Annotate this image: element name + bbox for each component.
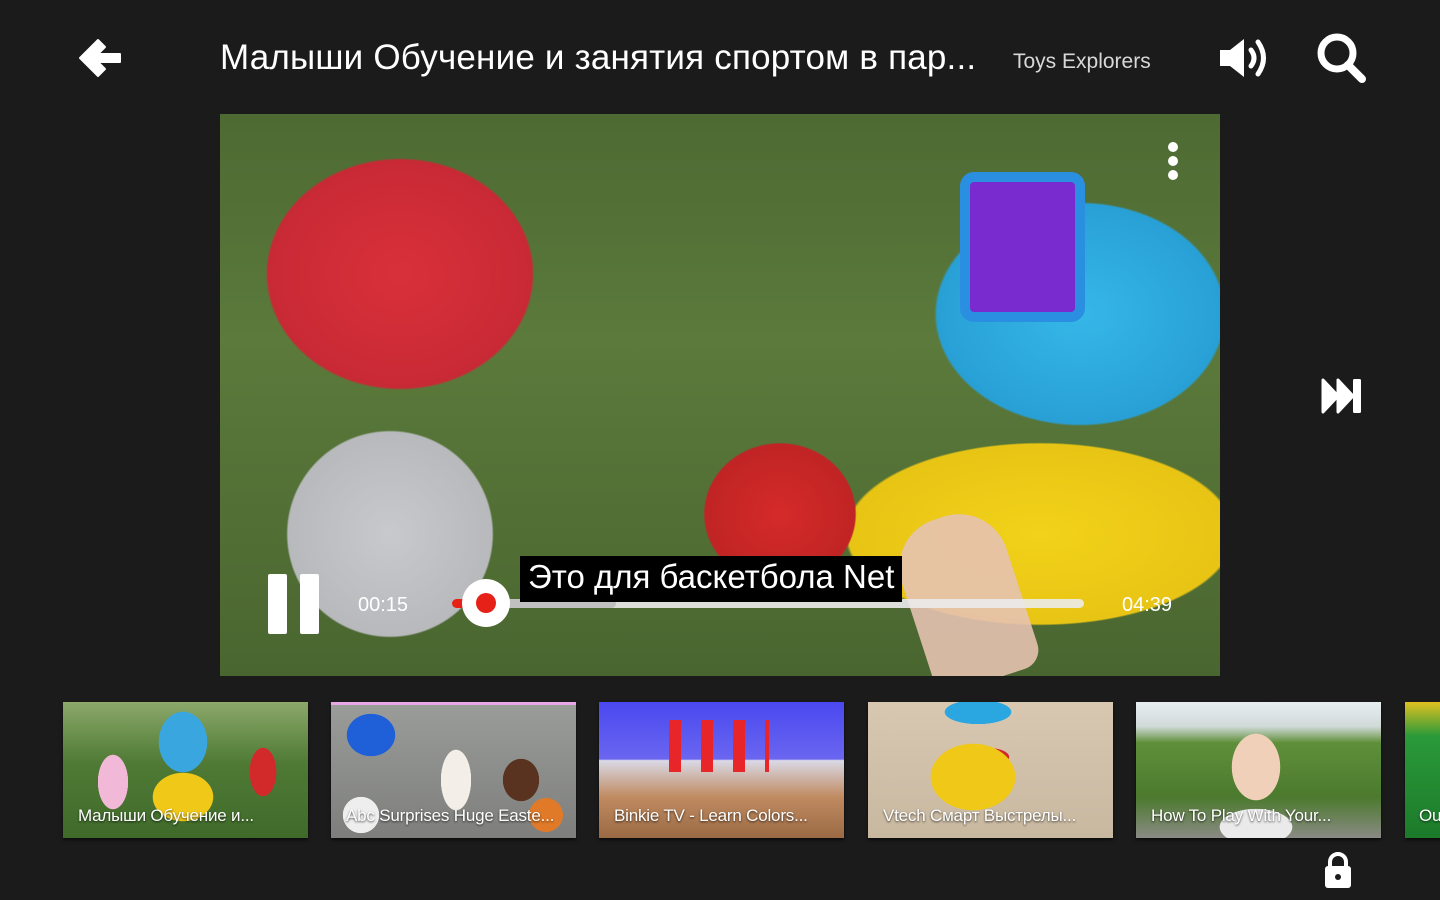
thumbnail-title: How To Play With Your... bbox=[1151, 806, 1332, 825]
more-vertical-icon bbox=[1162, 142, 1184, 180]
video-thumbnail[interactable]: Vtech Смарт Выстрелы... bbox=[868, 702, 1113, 838]
skip-next-icon bbox=[1321, 378, 1361, 414]
back-button[interactable] bbox=[74, 32, 126, 84]
total-time: 04:39 bbox=[1122, 594, 1173, 616]
parental-lock-button[interactable] bbox=[1323, 851, 1353, 889]
video-thumbnail[interactable]: Abc Surprises Huge Easte... bbox=[331, 702, 576, 838]
next-video-button[interactable] bbox=[1318, 374, 1366, 418]
thumbnail-title: Ou... bbox=[1419, 806, 1440, 825]
video-frame-hand bbox=[886, 501, 1044, 676]
video-thumbnail[interactable]: How To Play With Your... bbox=[1136, 702, 1381, 838]
pause-button[interactable] bbox=[266, 574, 322, 636]
video-thumbnail[interactable]: Binkie TV - Learn Colors... bbox=[599, 702, 844, 838]
more-options-button[interactable] bbox=[1162, 142, 1184, 186]
subtitle-caption: Это для баскетбола Net bbox=[520, 556, 903, 602]
search-button[interactable] bbox=[1314, 30, 1368, 84]
thumbnail-title: Abc Surprises Huge Easte... bbox=[346, 806, 555, 825]
current-time: 00:15 bbox=[358, 594, 409, 616]
thumbnail-title: Binkie TV - Learn Colors... bbox=[614, 806, 808, 825]
arrow-left-icon bbox=[79, 39, 121, 77]
search-icon bbox=[1317, 33, 1366, 83]
video-title: Малыши Обучение и занятия спортом в пар.… bbox=[220, 38, 977, 77]
volume-up-icon bbox=[1220, 39, 1266, 77]
seek-thumb[interactable] bbox=[462, 579, 511, 627]
video-thumbnail[interactable]: Ou... bbox=[1405, 702, 1440, 838]
video-thumbnail[interactable]: Малыши Обучение и... bbox=[63, 702, 308, 838]
volume-button[interactable] bbox=[1216, 32, 1274, 84]
thumbnail-title: Малыши Обучение и... bbox=[78, 806, 254, 825]
thumbnail-title: Vtech Смарт Выстрелы... bbox=[883, 806, 1077, 825]
pause-icon bbox=[268, 574, 287, 634]
up-next-list: Малыши Обучение и... Abc Surprises Huge … bbox=[63, 702, 1440, 840]
lock-icon bbox=[1325, 852, 1351, 888]
video-frame-toy-screen bbox=[960, 172, 1085, 322]
channel-name[interactable]: Toys Explorers bbox=[1013, 50, 1151, 74]
